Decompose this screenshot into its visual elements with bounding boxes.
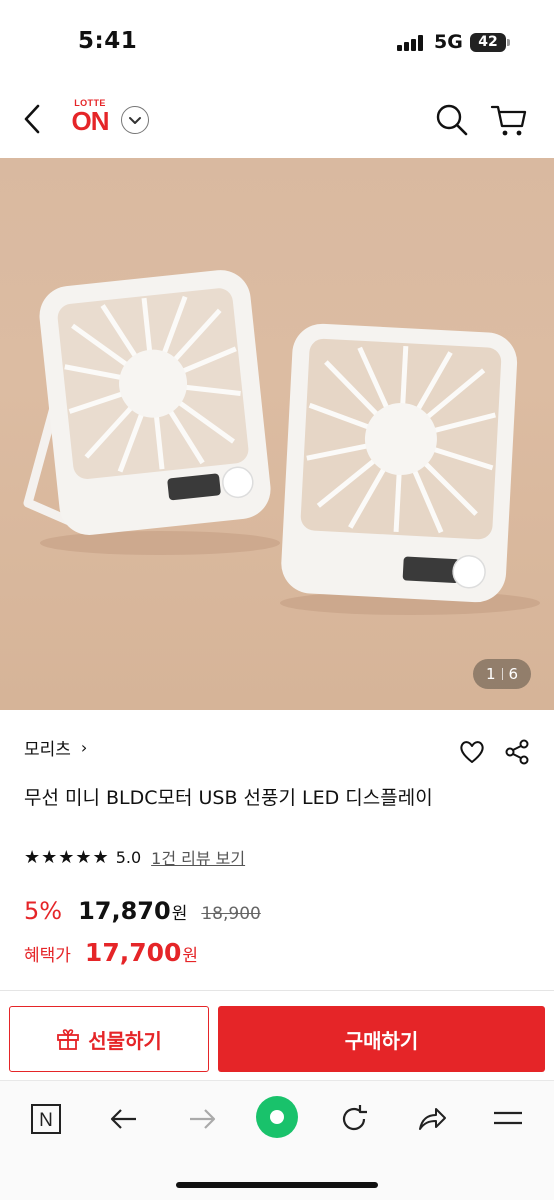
browser-forward-button[interactable] xyxy=(180,1097,224,1141)
refresh-icon xyxy=(342,1105,367,1131)
price-row: 5% 17,870 원 18,900 xyxy=(24,897,261,925)
brand-name: 모리츠 xyxy=(24,740,71,760)
signal-icon xyxy=(397,35,427,51)
menu-icon xyxy=(494,1111,522,1125)
share-arrow-icon xyxy=(419,1108,446,1130)
price-unit: 원 xyxy=(171,904,188,924)
benefit-unit: 원 xyxy=(182,946,199,966)
share-button[interactable] xyxy=(503,738,531,766)
back-button[interactable] xyxy=(16,98,52,140)
like-button[interactable] xyxy=(458,738,486,766)
buy-button[interactable]: 구매하기 xyxy=(218,1006,545,1072)
battery-tip xyxy=(507,39,510,46)
cart-icon xyxy=(490,105,527,136)
rating-score: 5.0 xyxy=(115,847,142,867)
buy-button-label: 구매하기 xyxy=(344,1028,419,1053)
chevron-right-icon: › xyxy=(80,738,88,757)
browser-toolbar: N xyxy=(0,1080,554,1200)
benefit-label: 혜택가 xyxy=(24,946,71,966)
status-bar: 5:41 5G 42 xyxy=(0,0,554,80)
app-header: LOTTE ON xyxy=(0,80,554,158)
chevron-left-icon xyxy=(24,104,40,134)
network-type: 5G xyxy=(434,31,463,53)
rating-row: ★★★★★ 5.0 1건 리뷰 보기 xyxy=(24,845,245,869)
green-dot-icon xyxy=(256,1096,298,1138)
menu-button[interactable] xyxy=(486,1097,530,1141)
product-image xyxy=(23,270,540,615)
battery-icon: 42 xyxy=(470,33,506,52)
forward-arrow-icon xyxy=(190,1109,216,1129)
naver-n-icon: N xyxy=(31,1104,61,1134)
status-time: 5:41 xyxy=(78,28,138,54)
rating-stars: ★★★★★ xyxy=(24,846,110,868)
divider xyxy=(0,990,554,991)
gift-button-label: 선물하기 xyxy=(88,1028,162,1053)
original-price: 18,900 xyxy=(201,904,261,924)
browser-back-button[interactable] xyxy=(102,1097,146,1141)
cart-button[interactable] xyxy=(490,102,528,138)
sale-price: 17,870 xyxy=(78,897,171,925)
brand-link[interactable]: 모리츠 › xyxy=(24,735,87,760)
search-button[interactable] xyxy=(434,102,470,138)
benefit-price-row: 혜택가 17,700 원 xyxy=(24,938,198,967)
gallery-total: 6 xyxy=(508,665,519,683)
naver-home-button[interactable]: N xyxy=(24,1097,68,1141)
home-indicator xyxy=(176,1182,378,1188)
gallery-page-indicator: 16 xyxy=(473,659,531,689)
gift-icon xyxy=(57,1029,80,1050)
product-title: 무선 미니 BLDC모터 USB 선풍기 LED 디스플레이 xyxy=(24,787,433,809)
chevron-down-icon xyxy=(129,117,141,124)
logo-dropdown-button[interactable] xyxy=(121,106,149,134)
gallery-current: 1 xyxy=(485,665,496,683)
back-arrow-icon xyxy=(110,1109,136,1129)
green-dot-button[interactable] xyxy=(255,1095,299,1139)
product-image-gallery[interactable]: 16 xyxy=(0,158,554,710)
heart-icon xyxy=(460,741,484,763)
discount-rate: 5% xyxy=(24,897,63,925)
svg-text:N: N xyxy=(39,1110,53,1131)
benefit-price: 17,700 xyxy=(84,938,182,967)
share-icon xyxy=(505,739,529,765)
share-page-button[interactable] xyxy=(410,1097,454,1141)
gift-button[interactable]: 선물하기 xyxy=(9,1006,209,1072)
lotte-on-logo[interactable]: LOTTE ON xyxy=(66,98,114,138)
review-link[interactable]: 1건 리뷰 보기 xyxy=(151,845,245,869)
search-icon xyxy=(436,104,468,136)
refresh-button[interactable] xyxy=(332,1097,376,1141)
logo-main-text: ON xyxy=(71,106,110,136)
